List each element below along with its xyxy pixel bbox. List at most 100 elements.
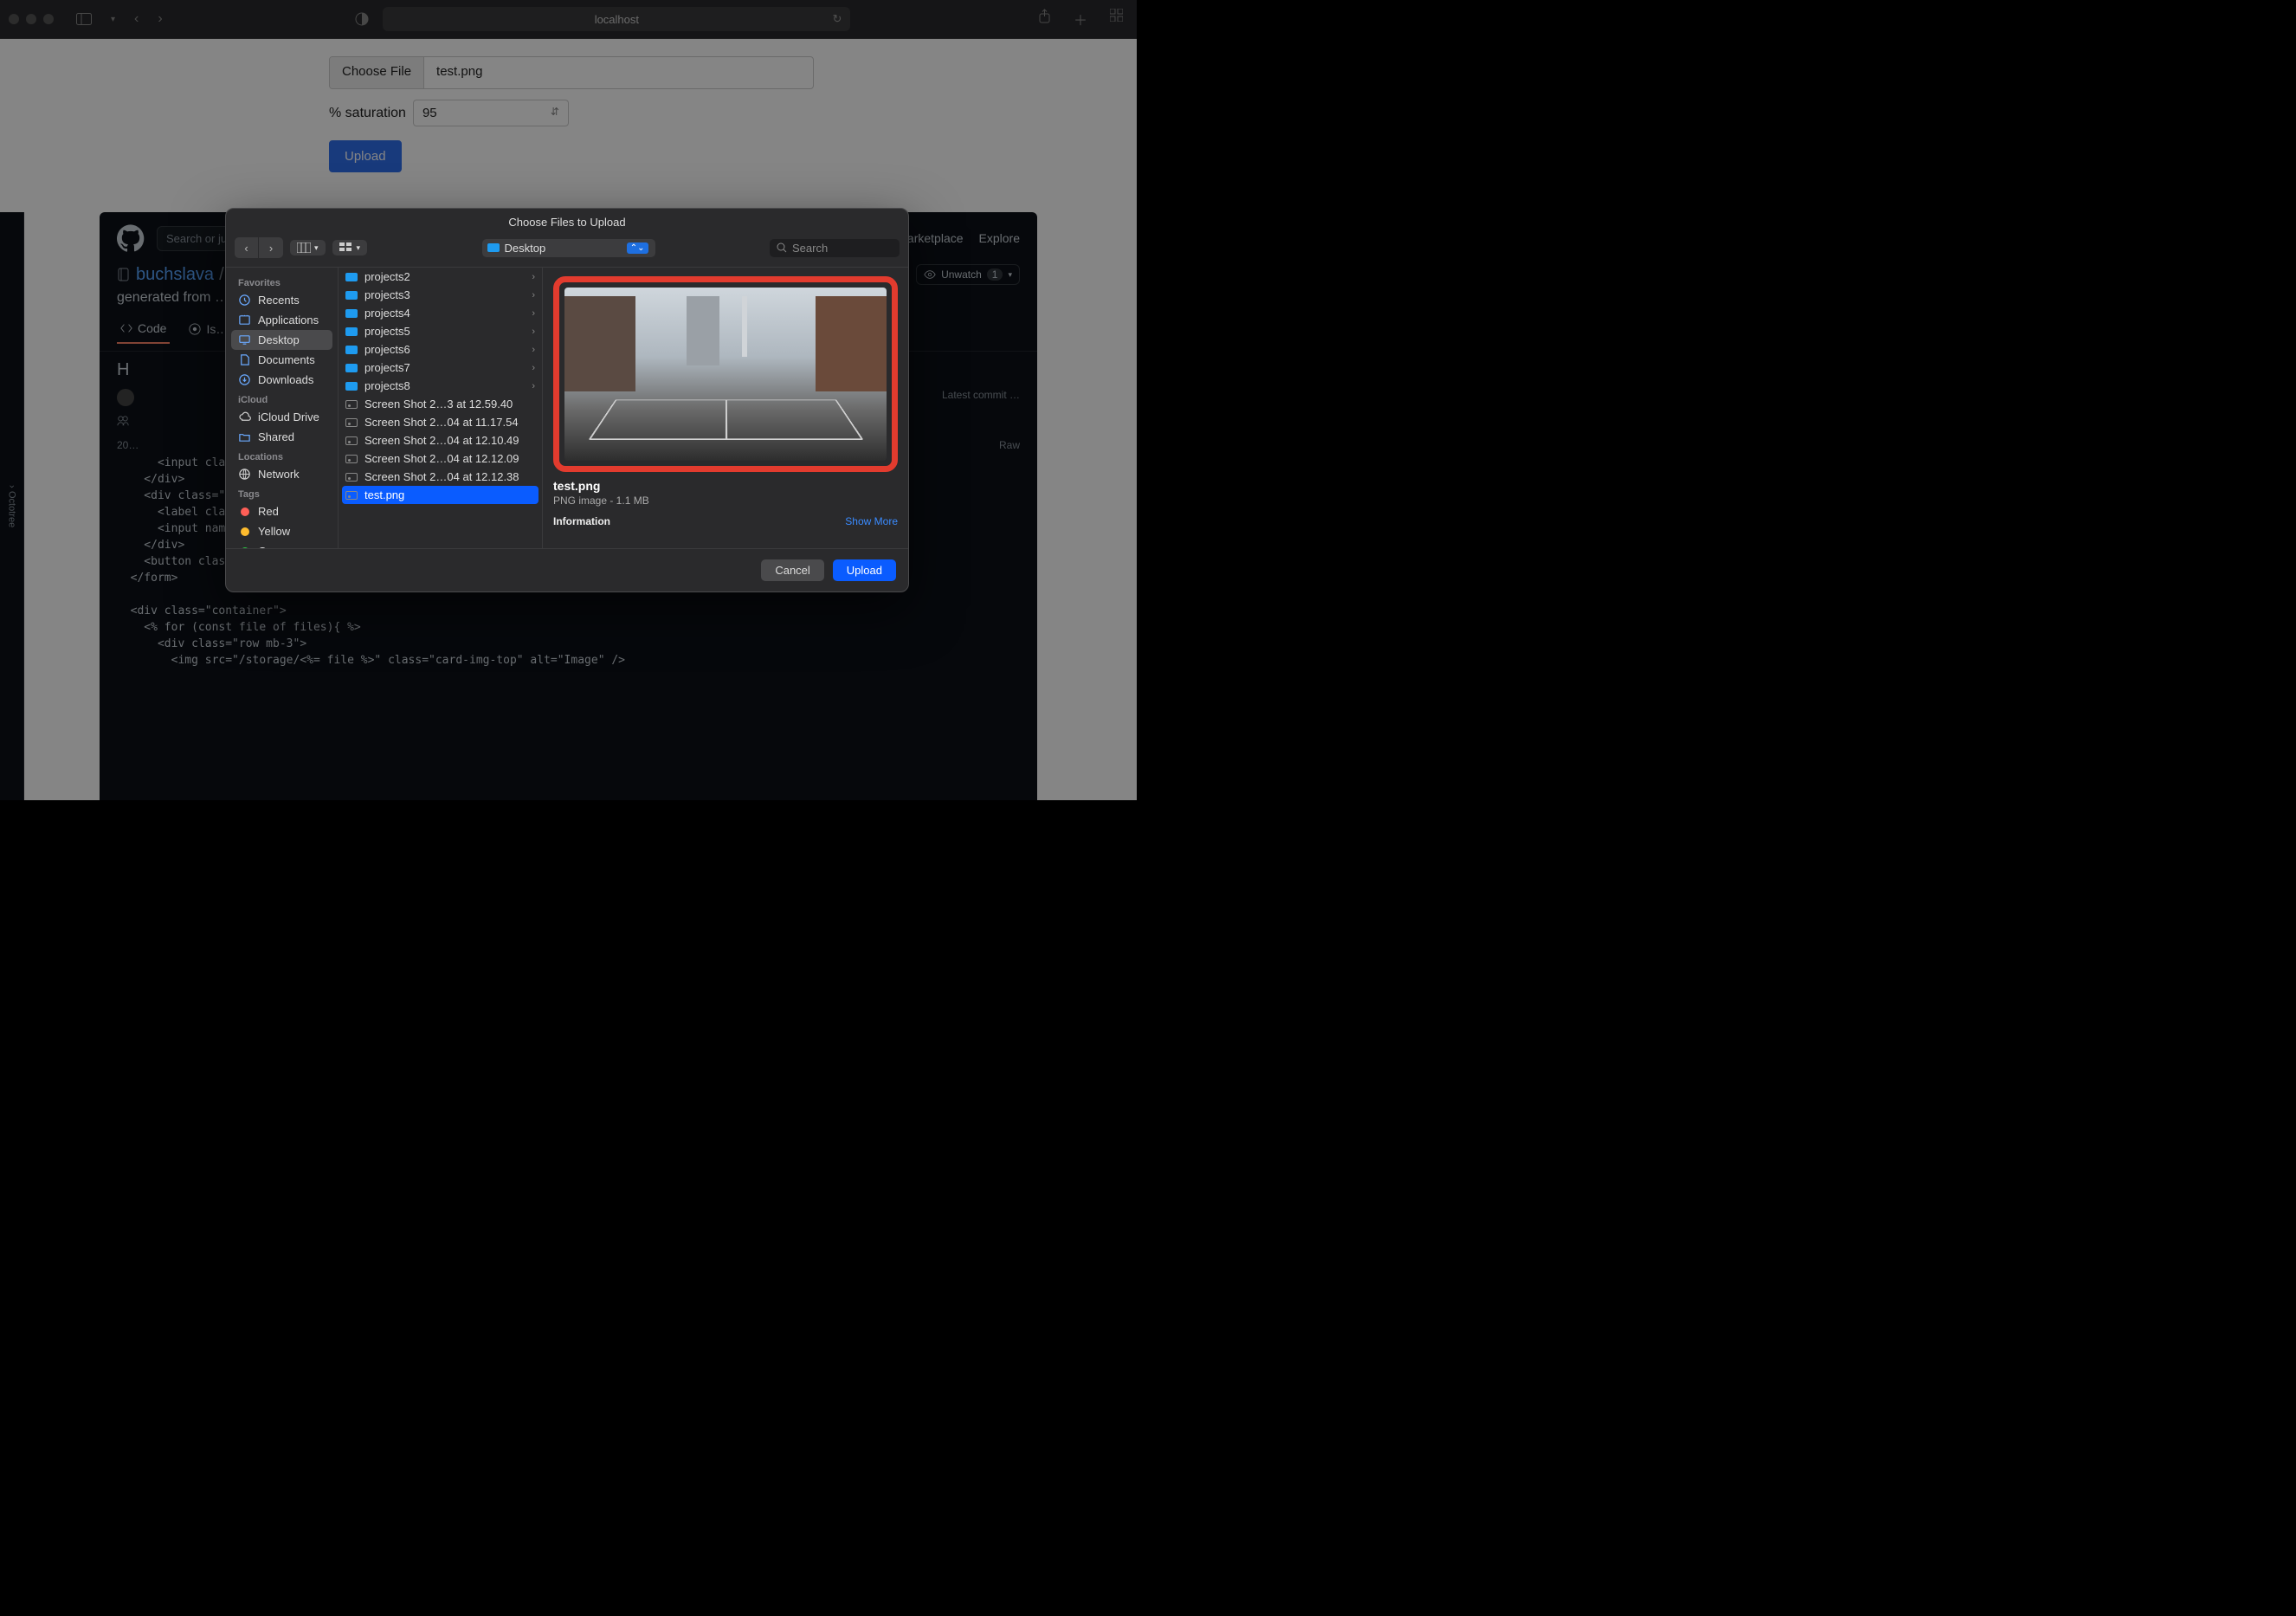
- sidebar-heading-locations: Locations: [231, 447, 332, 464]
- preview-info-row: Information Show More: [553, 515, 898, 527]
- location-chevron-icon: ⌃⌄: [627, 242, 648, 254]
- file-row[interactable]: Screen Shot 2…04 at 11.17.54: [339, 413, 542, 431]
- image-file-icon: [345, 491, 358, 500]
- chevron-right-icon: ›: [532, 326, 535, 337]
- view-mode-columns[interactable]: ▾: [290, 240, 326, 255]
- sidebar-item-icloud-drive[interactable]: iCloud Drive: [231, 407, 332, 427]
- file-row[interactable]: Screen Shot 2…04 at 12.12.38: [339, 468, 542, 486]
- chevron-right-icon: ›: [532, 345, 535, 355]
- nav-forward-button[interactable]: ›: [259, 237, 283, 258]
- file-row[interactable]: Screen Shot 2…04 at 12.10.49: [339, 431, 542, 449]
- group-by-button[interactable]: ▾: [332, 240, 368, 255]
- chevron-right-icon: ›: [532, 381, 535, 391]
- sidebar-item-label: Shared: [258, 430, 294, 443]
- folder-icon: [345, 327, 358, 336]
- sidebar-heading-favorites: Favorites: [231, 273, 332, 290]
- sidebar-heading-icloud: iCloud: [231, 390, 332, 407]
- chevron-right-icon: ›: [532, 290, 535, 301]
- sidebar-item-label: Downloads: [258, 373, 313, 386]
- file-name: Screen Shot 2…04 at 12.12.38: [364, 470, 519, 483]
- dialog-footer: Cancel Upload: [226, 549, 908, 591]
- file-row[interactable]: projects3 ›: [339, 286, 542, 304]
- annotation-highlight: [553, 276, 898, 472]
- file-open-dialog: Choose Files to Upload ‹ › ▾ ▾ Desktop ⌃…: [225, 208, 909, 592]
- location-popup[interactable]: Desktop ⌃⌄: [482, 239, 655, 257]
- chevron-right-icon: ›: [532, 363, 535, 373]
- file-name: Screen Shot 2…04 at 11.17.54: [364, 416, 519, 429]
- sidebar-item-label: Recents: [258, 294, 300, 307]
- image-file-icon: [345, 455, 358, 463]
- columns-icon: [297, 242, 311, 253]
- dialog-body: Favorites Recents Applications Desktop Docum…: [226, 267, 908, 549]
- sidebar-item-label: Red: [258, 505, 279, 518]
- folder-icon: [345, 273, 358, 281]
- dialog-toolbar: ‹ › ▾ ▾ Desktop ⌃⌄ Search: [226, 234, 908, 267]
- sidebar-item-label: Desktop: [258, 333, 300, 346]
- documents-icon: [238, 353, 251, 366]
- file-name: projects4: [364, 307, 410, 320]
- file-row[interactable]: test.png: [342, 486, 539, 504]
- file-row[interactable]: Screen Shot 2…04 at 12.12.09: [339, 449, 542, 468]
- sidebar-item-green[interactable]: Green: [231, 541, 332, 548]
- sidebar-item-recents[interactable]: Recents: [231, 290, 332, 310]
- folder-icon: [487, 243, 500, 252]
- file-row[interactable]: projects8 ›: [339, 377, 542, 395]
- clock-icon: [238, 294, 251, 307]
- image-file-icon: [345, 400, 358, 409]
- preview-meta: PNG image - 1.1 MB: [553, 494, 898, 507]
- file-name: projects7: [364, 361, 410, 374]
- file-row[interactable]: projects6 ›: [339, 340, 542, 359]
- file-name: projects5: [364, 325, 410, 338]
- chevron-down-icon: ▾: [314, 243, 319, 253]
- folder-icon: [345, 309, 358, 318]
- file-column: projects2›projects3›projects4›projects5›…: [339, 268, 543, 548]
- image-file-icon: [345, 436, 358, 445]
- folder-icon: [345, 382, 358, 391]
- file-row[interactable]: Screen Shot 2…3 at 12.59.40: [339, 395, 542, 413]
- image-file-icon: [345, 418, 358, 427]
- file-name: test.png: [364, 488, 404, 501]
- file-name: projects2: [364, 270, 410, 283]
- file-name: projects8: [364, 379, 410, 392]
- preview-thumbnail: [564, 288, 887, 461]
- folder-icon: [345, 291, 358, 300]
- sidebar-item-label: Green: [258, 545, 289, 548]
- upload-button[interactable]: Upload: [833, 559, 896, 581]
- sidebar-heading-tags: Tags: [231, 484, 332, 501]
- cancel-button[interactable]: Cancel: [761, 559, 823, 581]
- file-row[interactable]: projects7 ›: [339, 359, 542, 377]
- sidebar-item-downloads[interactable]: Downloads: [231, 370, 332, 390]
- sidebar-item-red[interactable]: Red: [231, 501, 332, 521]
- sidebar-item-shared[interactable]: Shared: [231, 427, 332, 447]
- apps-icon: [238, 314, 251, 326]
- tag-dot-icon: [238, 505, 251, 518]
- sidebar-item-label: Yellow: [258, 525, 290, 538]
- tag-dot-icon: [238, 545, 251, 548]
- nav-back-button[interactable]: ‹: [235, 237, 259, 258]
- shared-folder-icon: [238, 430, 251, 443]
- file-row[interactable]: projects2›: [339, 268, 542, 286]
- network-icon: [238, 468, 251, 481]
- downloads-icon: [238, 373, 251, 386]
- show-more-link[interactable]: Show More: [845, 515, 898, 527]
- sidebar-item-network[interactable]: Network: [231, 464, 332, 484]
- sidebar-item-yellow[interactable]: Yellow: [231, 521, 332, 541]
- sidebar-item-documents[interactable]: Documents: [231, 350, 332, 370]
- dialog-sidebar: Favorites Recents Applications Desktop Docum…: [226, 268, 339, 548]
- file-row[interactable]: projects4›: [339, 304, 542, 322]
- safari-window: ▾ ‹ › localhost ↻ ＋ Choose File test.png: [0, 0, 1137, 800]
- sidebar-item-desktop[interactable]: Desktop: [231, 330, 332, 350]
- sidebar-item-label: iCloud Drive: [258, 410, 319, 423]
- nav-history: ‹ ›: [235, 237, 283, 258]
- grid-icon: [339, 242, 353, 253]
- sidebar-item-applications[interactable]: Applications: [231, 310, 332, 330]
- dialog-title: Choose Files to Upload: [226, 209, 908, 234]
- tag-dot-icon: [238, 525, 251, 538]
- file-name: projects6: [364, 343, 410, 356]
- file-name: projects3: [364, 288, 410, 301]
- dialog-search-input[interactable]: Search: [770, 239, 900, 257]
- folder-icon: [345, 346, 358, 354]
- file-row[interactable]: projects5 ›: [339, 322, 542, 340]
- folder-icon: [345, 364, 358, 372]
- location-label: Desktop: [505, 242, 546, 255]
